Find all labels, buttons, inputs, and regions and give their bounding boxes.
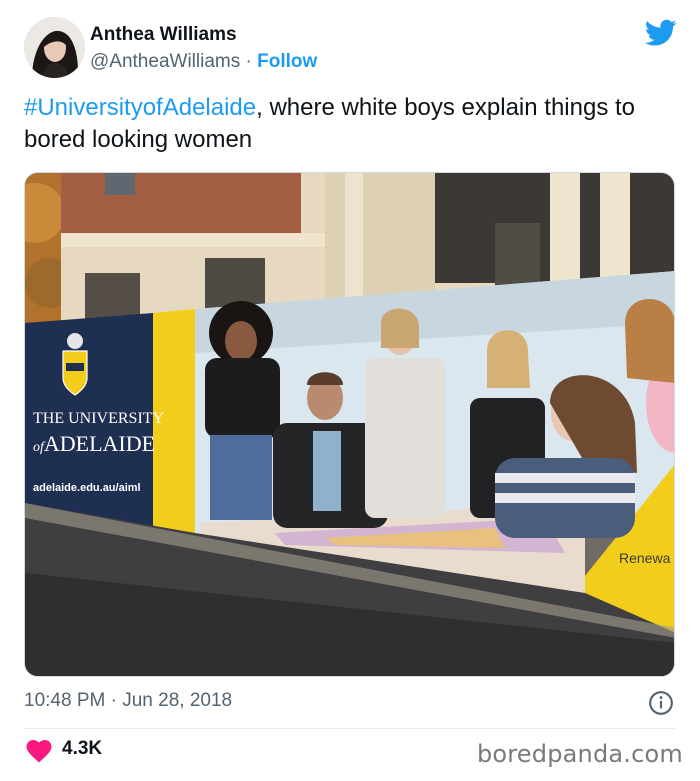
tweet-photo[interactable]: THE UNIVERSITY ofADELAIDE adelaide.edu.a… — [24, 172, 675, 677]
heart-icon[interactable] — [26, 739, 52, 763]
follow-button[interactable]: Follow — [257, 51, 317, 72]
author-handle-line: @AntheaWilliams · Follow — [90, 51, 317, 73]
watermark: boredpanda.com — [476, 740, 683, 768]
author-handle[interactable]: @AntheaWilliams — [90, 51, 240, 72]
tweet-card: Anthea Williams @AntheaWilliams · Follow… — [0, 0, 700, 781]
hashtag-link[interactable]: #UniversityofAdelaide — [24, 94, 256, 121]
tweet-text: #UniversityofAdelaide, where white boys … — [24, 92, 674, 156]
banner-title-line2: ofADELAIDE — [33, 431, 155, 456]
banner-corner-text: Renewa — [619, 550, 671, 566]
banner-title-main: ADELAIDE — [44, 431, 155, 456]
tweet-date: Jun 28, 2018 — [122, 690, 233, 711]
like-count[interactable]: 4.3K — [62, 738, 102, 760]
author-name[interactable]: Anthea Williams — [90, 24, 237, 46]
tweet-time: 10:48 PM — [24, 690, 106, 711]
separator: · — [245, 51, 252, 72]
twitter-bird-icon[interactable] — [645, 19, 677, 47]
timestamp-separator: · — [110, 690, 117, 711]
avatar[interactable] — [24, 17, 85, 78]
banner-title-line1: THE UNIVERSITY — [33, 410, 165, 427]
tweet-timestamp[interactable]: 10:48 PM · Jun 28, 2018 — [24, 690, 232, 712]
divider — [24, 728, 675, 729]
banner-url: adelaide.edu.au/aiml — [33, 482, 141, 494]
photo-illustration: THE UNIVERSITY ofADELAIDE adelaide.edu.a… — [25, 173, 674, 676]
info-icon[interactable] — [648, 690, 674, 716]
